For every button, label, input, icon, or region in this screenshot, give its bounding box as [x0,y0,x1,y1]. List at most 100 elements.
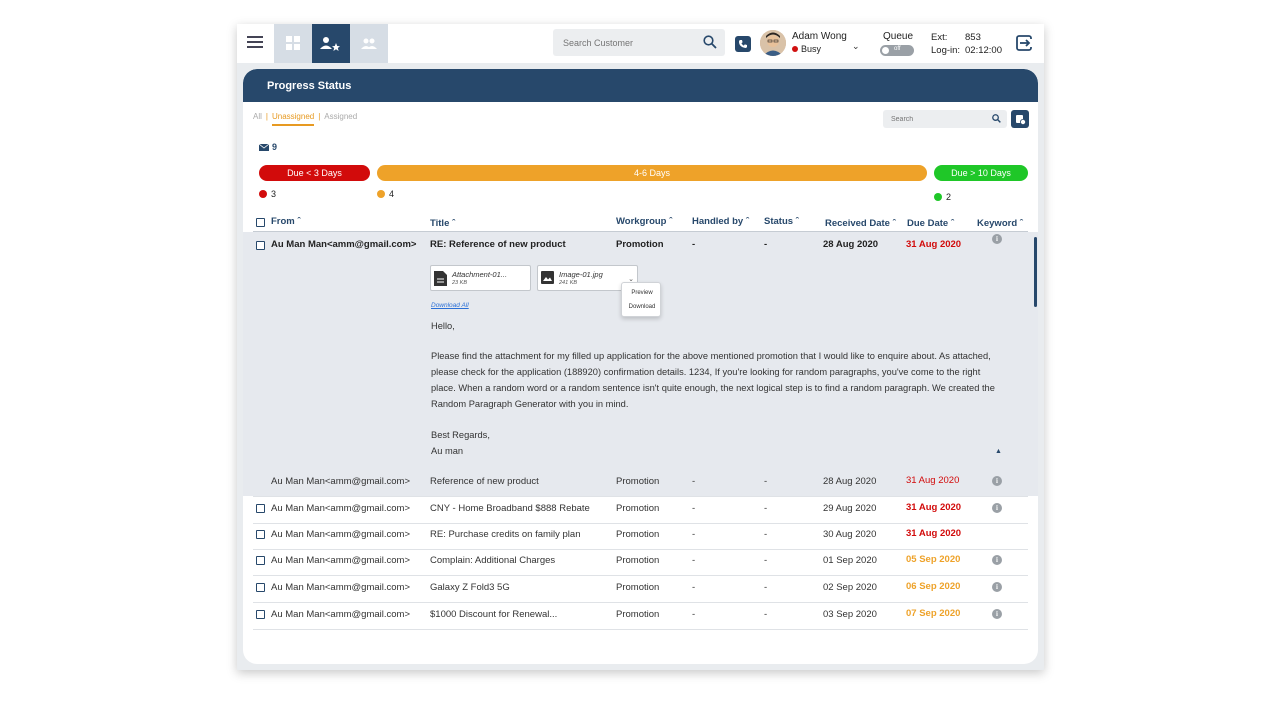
cell-status: - [764,529,768,540]
row-checkbox[interactable] [256,504,265,513]
column-from[interactable]: From ˆ [271,216,301,227]
info-icon[interactable]: i [992,555,1002,565]
user-status: Busy [792,44,821,54]
row-checkbox[interactable] [256,610,265,619]
cell-workgroup: Promotion [616,476,660,487]
download-all-link[interactable]: Download All [431,302,469,309]
queue-toggle[interactable]: off [880,45,914,56]
menu-icon[interactable] [247,36,263,50]
row-checkbox[interactable] [256,556,265,565]
mail-icon [259,143,269,151]
orange-count-value: 4 [389,189,395,199]
image-icon [541,271,554,284]
cell-handled-by: - [692,555,696,566]
dashboard-nav-button[interactable] [274,24,312,63]
cell-received-date: 30 Aug 2020 [823,529,877,540]
phone-button[interactable] [735,36,751,52]
caret-up-icon[interactable]: ▲ [995,448,1002,455]
info-icon[interactable]: i [992,582,1002,592]
customer-search-input[interactable] [553,29,693,56]
cell-status: - [764,555,768,566]
attachment-size: 241 KB [559,280,578,286]
group-nav-button[interactable] [350,24,388,63]
filter-tabs: All | Unassigned | Assigned [253,112,357,126]
cell-handled-by: - [692,609,696,620]
table-row[interactable]: Au Man Man<amm@gmail.com> Reference of ne… [243,469,1038,497]
column-received-date[interactable]: Received Date ˆ [825,218,896,229]
cell-from: Au Man Man<amm@gmail.com> [271,476,410,487]
cell-title[interactable]: RE: Purchase credits on family plan [430,529,580,540]
cell-title[interactable]: Galaxy Z Fold3 5G [430,582,510,593]
cell-received-date: 28 Aug 2020 [823,476,877,487]
email-regards: Best Regards, [431,430,490,440]
queue-toggle-label: off [894,46,901,52]
dashboard-icon [285,36,300,50]
info-icon[interactable]: i [992,234,1002,244]
cell-received-date: 03 Sep 2020 [823,609,877,620]
info-icon[interactable]: i [992,609,1002,619]
queue-label: Queue [883,31,914,42]
cell-title[interactable]: Complain: Additional Charges [430,555,555,566]
cell-due-date: 07 Sep 2020 [906,608,961,619]
cell-due-date: 31 Aug 2020 [906,528,962,539]
logout-icon[interactable] [1015,34,1033,52]
due-bar-orange[interactable]: 4-6 Days [377,165,927,181]
green-count: 2 [934,192,951,202]
menu-item-download[interactable]: Download [622,304,662,310]
login-label: Log-in: [931,45,961,56]
panel-header: Progress Status [243,69,1038,102]
row-checkbox[interactable] [256,530,265,539]
due-bar-red[interactable]: Due < 3 Days [259,165,370,181]
column-due-date[interactable]: Due Date ˆ [907,218,954,229]
info-icon[interactable]: i [992,503,1002,513]
cell-status: - [764,239,768,250]
column-handled-by[interactable]: Handled by ˆ [692,216,749,227]
customer-search [553,29,725,56]
column-keyword[interactable]: Keyword ˆ [977,218,1023,229]
cell-from: Au Man Man<amm@gmail.com> [271,582,410,593]
cell-title[interactable]: CNY - Home Broadband $888 Rebate [430,503,590,514]
chevron-down-icon[interactable]: ⌄ [852,41,860,52]
due-bar-green[interactable]: Due > 10 Days [934,165,1028,181]
scrollbar[interactable] [1034,237,1037,307]
tab-unassigned[interactable]: Unassigned [271,112,315,126]
row-checkbox[interactable] [256,583,265,592]
cell-handled-by: - [692,529,696,540]
green-count-value: 2 [946,192,952,202]
cell-due-date: 31 Aug 2020 [906,502,962,513]
search-icon[interactable] [992,114,1001,123]
select-all-checkbox[interactable] [256,218,265,227]
column-title[interactable]: Title ˆ [430,218,455,229]
mail-count-value: 9 [272,142,278,152]
user-name: Adam Wong [792,31,847,42]
user-status-label: Busy [801,44,822,54]
login-time: 02:12:00 [965,45,1002,56]
ext-label: Ext: [931,32,948,43]
tab-all[interactable]: All [253,112,262,126]
cell-title[interactable]: Reference of new product [430,476,539,487]
cell-status: - [764,582,768,593]
document-icon [434,271,447,286]
avatar[interactable] [760,30,786,56]
row-checkbox[interactable] [256,241,265,250]
group-icon [361,38,377,49]
cell-from: Au Man Man<amm@gmail.com> [271,529,410,540]
cell-status: - [764,503,768,514]
cell-received-date: 02 Sep 2020 [823,582,877,593]
cell-handled-by: - [692,476,696,487]
search-icon[interactable] [703,35,717,49]
column-status[interactable]: Status ˆ [764,216,799,227]
settings-button[interactable] [1011,110,1029,128]
red-count-value: 3 [271,189,277,199]
cell-title[interactable]: $1000 Discount for Renewal... [430,609,557,620]
panel-search-input[interactable] [883,110,983,128]
attachment-1[interactable]: Attachment-01... 23 KB [430,265,531,291]
info-icon[interactable]: i [992,476,1002,486]
agent-nav-button[interactable] [312,24,350,63]
cell-handled-by: - [692,239,696,250]
column-workgroup[interactable]: Workgroup ˆ [616,216,672,227]
tab-assigned[interactable]: Assigned [324,112,357,126]
menu-item-preview[interactable]: Preview [622,290,662,296]
attachment-name: Attachment-01... [452,270,508,279]
orange-count: 4 [377,189,394,199]
